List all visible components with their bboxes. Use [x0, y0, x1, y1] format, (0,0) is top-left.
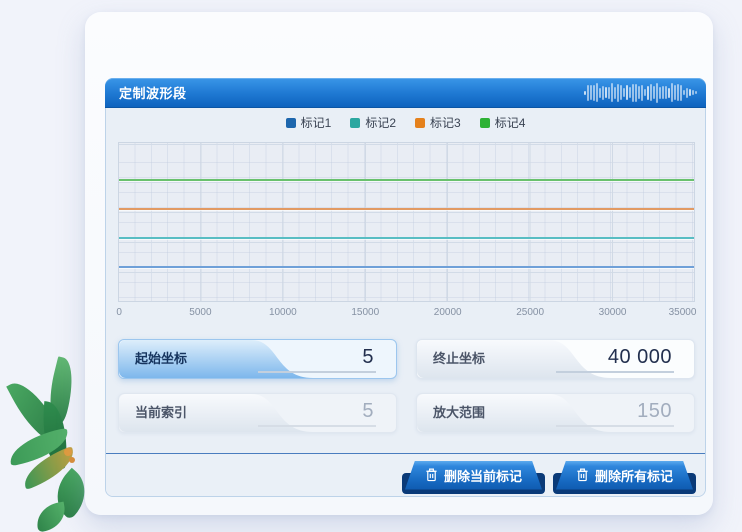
delete-current-marker-label: 删除当前标记	[444, 466, 522, 485]
legend-item-marker1[interactable]: 标记1	[286, 114, 332, 131]
x-tick-label: 35000	[669, 307, 697, 318]
zoom-range-value: 150	[556, 400, 674, 427]
legend-swatch-marker4	[480, 118, 490, 128]
delete-current-marker-button[interactable]: 删除当前标记	[405, 461, 542, 490]
marker-line-标记4[interactable]	[119, 179, 694, 181]
legend-item-marker3[interactable]: 标记3	[415, 114, 461, 131]
waveform-chart-plot[interactable]	[118, 142, 695, 302]
x-tick-label: 0	[116, 307, 122, 318]
chart-legend: 标记1 标记2 标记3 标记4	[106, 114, 705, 131]
waveform-panel: 定制波形段 标记1 标记2 标记3 标记4	[105, 78, 706, 497]
end-coordinate-label: 终止坐标	[433, 340, 485, 378]
current-index-field[interactable]: 当前索引 5	[118, 393, 397, 433]
panel-footer: 删除当前标记 删除所有标记	[106, 453, 705, 496]
end-coordinate-value[interactable]: 40 000	[556, 346, 674, 373]
panel-title: 定制波形段	[105, 83, 187, 102]
legend-label: 标记2	[365, 114, 396, 131]
zoom-range-field[interactable]: 放大范围 150	[416, 393, 695, 433]
trash-icon	[425, 468, 438, 482]
legend-label: 标记3	[430, 114, 461, 131]
x-tick-label: 10000	[269, 307, 297, 318]
legend-label: 标记1	[301, 114, 332, 131]
screen: 定制波形段 标记1 标记2 标记3 标记4	[0, 0, 742, 532]
current-index-value: 5	[258, 400, 376, 427]
legend-swatch-marker3	[415, 118, 425, 128]
legend-item-marker4[interactable]: 标记4	[480, 114, 526, 131]
start-coordinate-label: 起始坐标	[135, 340, 187, 378]
current-index-label: 当前索引	[135, 394, 187, 432]
marker-line-标记1[interactable]	[119, 266, 694, 268]
berry-decoration	[64, 448, 72, 456]
end-coordinate-field[interactable]: 终止坐标 40 000	[416, 339, 695, 379]
waveform-icon	[584, 82, 698, 104]
x-tick-label: 15000	[351, 307, 379, 318]
panel-header: 定制波形段	[105, 78, 706, 107]
legend-swatch-marker1	[286, 118, 296, 128]
x-tick-label: 20000	[434, 307, 462, 318]
x-axis-ticks: 0 5000 10000 15000 20000 25000 30000 35000	[118, 307, 695, 321]
x-tick-label: 30000	[599, 307, 627, 318]
start-coordinate-field[interactable]: 起始坐标 5	[118, 339, 397, 379]
leaf	[34, 502, 68, 532]
legend-item-marker2[interactable]: 标记2	[350, 114, 396, 131]
legend-swatch-marker2	[350, 118, 360, 128]
zoom-range-label: 放大范围	[433, 394, 485, 432]
x-tick-label: 5000	[189, 307, 211, 318]
start-coordinate-value[interactable]: 5	[258, 346, 376, 373]
card: 定制波形段 标记1 标记2 标记3 标记4	[85, 12, 713, 515]
marker-line-标记3[interactable]	[119, 208, 694, 210]
legend-label: 标记4	[495, 114, 526, 131]
delete-all-markers-button[interactable]: 删除所有标记	[556, 461, 693, 490]
trash-icon	[576, 468, 589, 482]
marker-line-标记2[interactable]	[119, 237, 694, 239]
delete-all-markers-label: 删除所有标记	[595, 466, 673, 485]
x-tick-label: 25000	[516, 307, 544, 318]
